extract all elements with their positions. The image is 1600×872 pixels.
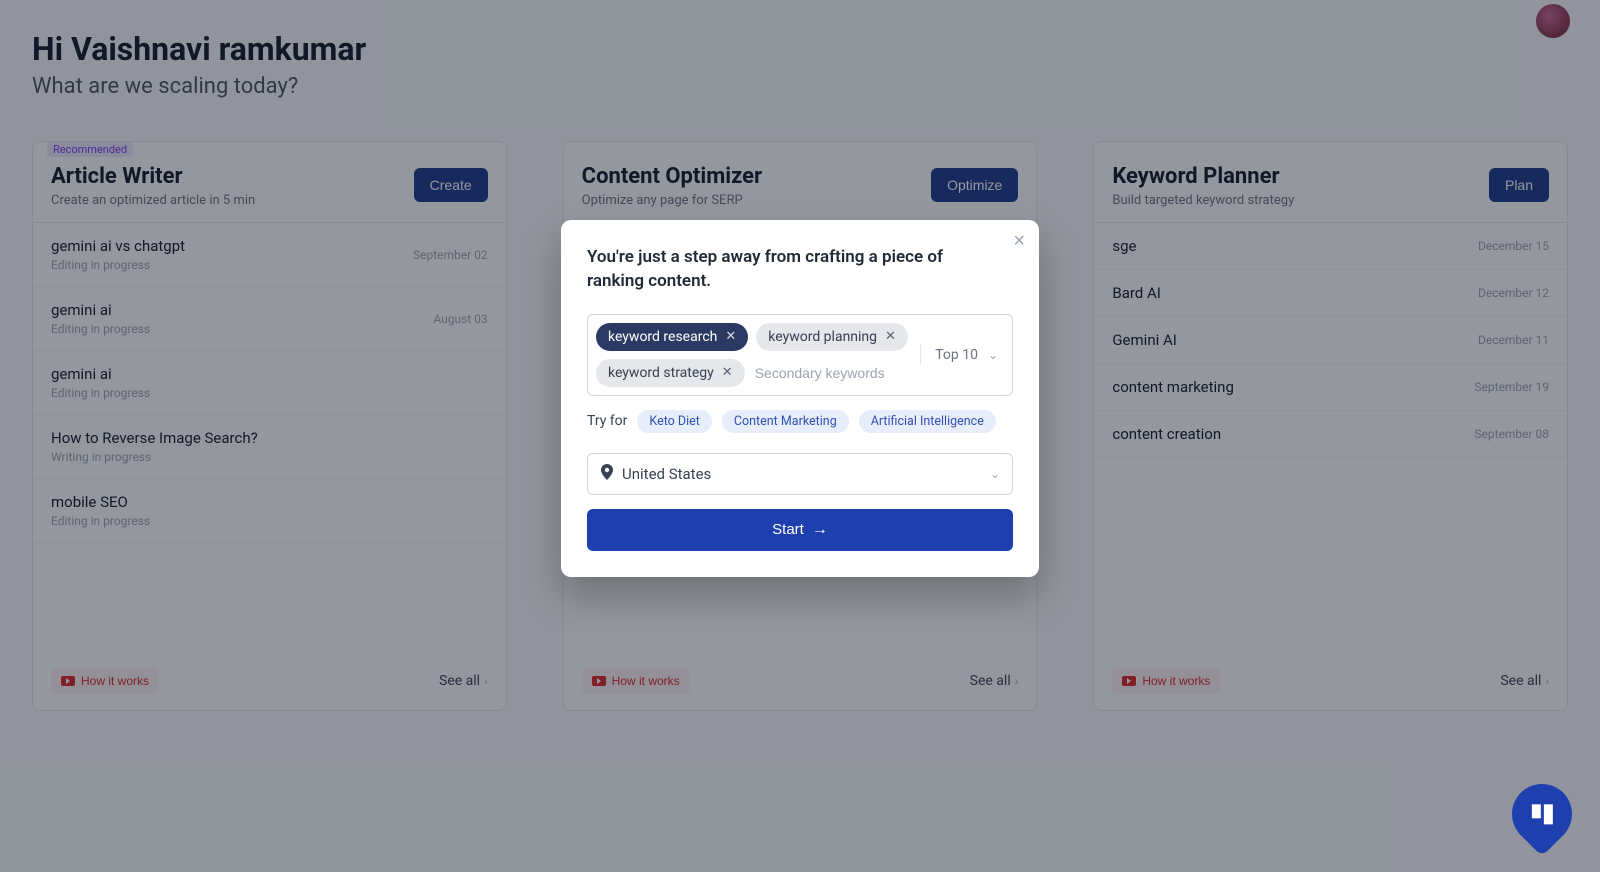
keyword-modal: × You're just a step away from crafting … — [561, 220, 1039, 577]
try-for-label: Try for — [587, 413, 627, 429]
modal-title: You're just a step away from crafting a … — [587, 246, 1013, 294]
primary-keyword-pill[interactable]: keyword research ✕ — [596, 323, 748, 351]
secondary-keyword-pill[interactable]: keyword strategy ✕ — [596, 359, 745, 387]
modal-overlay: × You're just a step away from crafting … — [0, 0, 1600, 872]
close-icon: × — [1013, 230, 1025, 252]
pill-label: keyword strategy — [608, 365, 714, 381]
top-n-selector[interactable]: Top 10 ⌄ — [920, 345, 1004, 365]
pill-label: keyword research — [608, 329, 717, 345]
secondary-keyword-pill[interactable]: keyword planning ✕ — [756, 323, 908, 351]
location-selector[interactable]: United States ⌄ — [587, 453, 1013, 495]
start-label: Start — [772, 521, 804, 538]
chevron-down-icon: ⌄ — [990, 467, 1000, 481]
secondary-keywords-input[interactable] — [753, 361, 913, 385]
pill-label: keyword planning — [768, 329, 877, 345]
suggestion-pill[interactable]: Artificial Intelligence — [859, 410, 996, 433]
close-button[interactable]: × — [1013, 230, 1025, 253]
remove-icon[interactable]: ✕ — [885, 329, 896, 344]
fab-logo-icon — [1532, 804, 1553, 824]
location-pin-icon — [600, 464, 614, 484]
top-n-label: Top 10 — [935, 347, 978, 363]
try-for-row: Try for Keto Diet Content Marketing Arti… — [587, 410, 1013, 433]
arrow-right-icon: → — [812, 521, 828, 539]
suggestion-pill[interactable]: Keto Diet — [637, 410, 711, 433]
chevron-down-icon: ⌄ — [988, 348, 998, 362]
remove-icon[interactable]: ✕ — [722, 365, 733, 380]
keyword-tags: keyword research ✕ keyword planning ✕ ke… — [596, 323, 912, 387]
location-value: United States — [622, 465, 711, 483]
keywords-input-box[interactable]: keyword research ✕ keyword planning ✕ ke… — [587, 314, 1013, 396]
suggestion-pill[interactable]: Content Marketing — [722, 410, 849, 433]
remove-icon[interactable]: ✕ — [725, 329, 736, 344]
start-button[interactable]: Start → — [587, 509, 1013, 551]
